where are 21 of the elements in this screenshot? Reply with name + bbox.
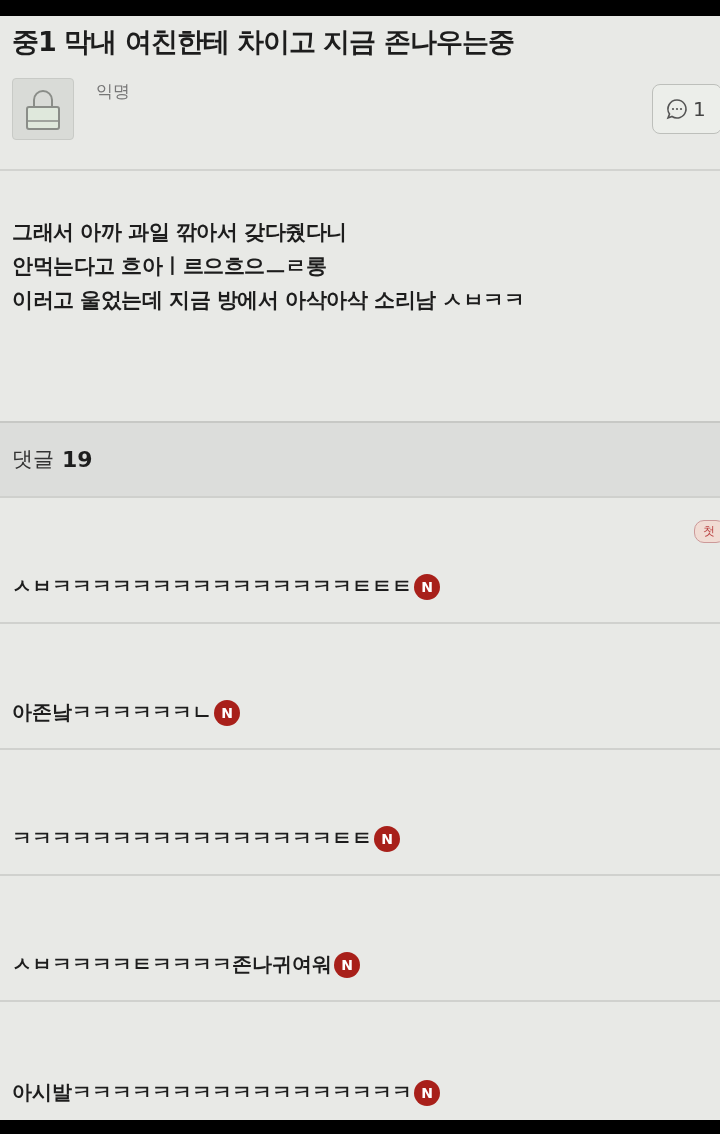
comments-count: 19 — [62, 446, 93, 472]
comment-text: ㅋㅋㅋㅋㅋㅋㅋㅋㅋㅋㅋㅋㅋㅋㅋㅋㅌㅌ — [12, 825, 372, 852]
comment-text: 아존낰ㅋㅋㅋㅋㅋㅋㄴ — [12, 699, 212, 726]
new-badge: N — [374, 825, 400, 852]
new-badge: N — [214, 699, 240, 726]
comment-text: ㅅㅂㅋㅋㅋㅋㅌㅋㅋㅋㅋ존나귀여워 — [12, 951, 332, 978]
new-badge: N — [334, 951, 360, 978]
body-text: 이러고 울었는데 지금 방에서 아삭아삭 소리남 ㅅㅂㅋㅋ — [12, 286, 526, 314]
new-badge: N — [414, 573, 440, 600]
comment-text: ㅅㅂㅋㅋㅋㅋㅋㅋㅋㅋㅋㅋㅋㅋㅋㅋㅋㅌㅌㅌ — [12, 573, 412, 600]
author-name: 익명 — [96, 80, 130, 103]
body-text: 안먹는다고 흐아ㅣ르으흐으ㅡㄹ롱 — [12, 252, 328, 280]
lock-icon — [12, 78, 74, 140]
new-badge: N — [414, 1079, 440, 1106]
comment-button[interactable]: 1 — [652, 84, 720, 134]
comments-label: 댓글 — [12, 446, 54, 474]
speech-bubble-icon — [665, 97, 689, 121]
body-text: 그래서 아까 과일 깎아서 갖다줬다니 — [12, 218, 348, 246]
post-title: 중1 막내 여친한테 차이고 지금 존나우는중 — [12, 25, 515, 59]
comment-text: 아시발ㅋㅋㅋㅋㅋㅋㅋㅋㅋㅋㅋㅋㅋㅋㅋㅋㅋ — [12, 1079, 412, 1106]
first-comment-badge: 첫 — [694, 520, 720, 543]
